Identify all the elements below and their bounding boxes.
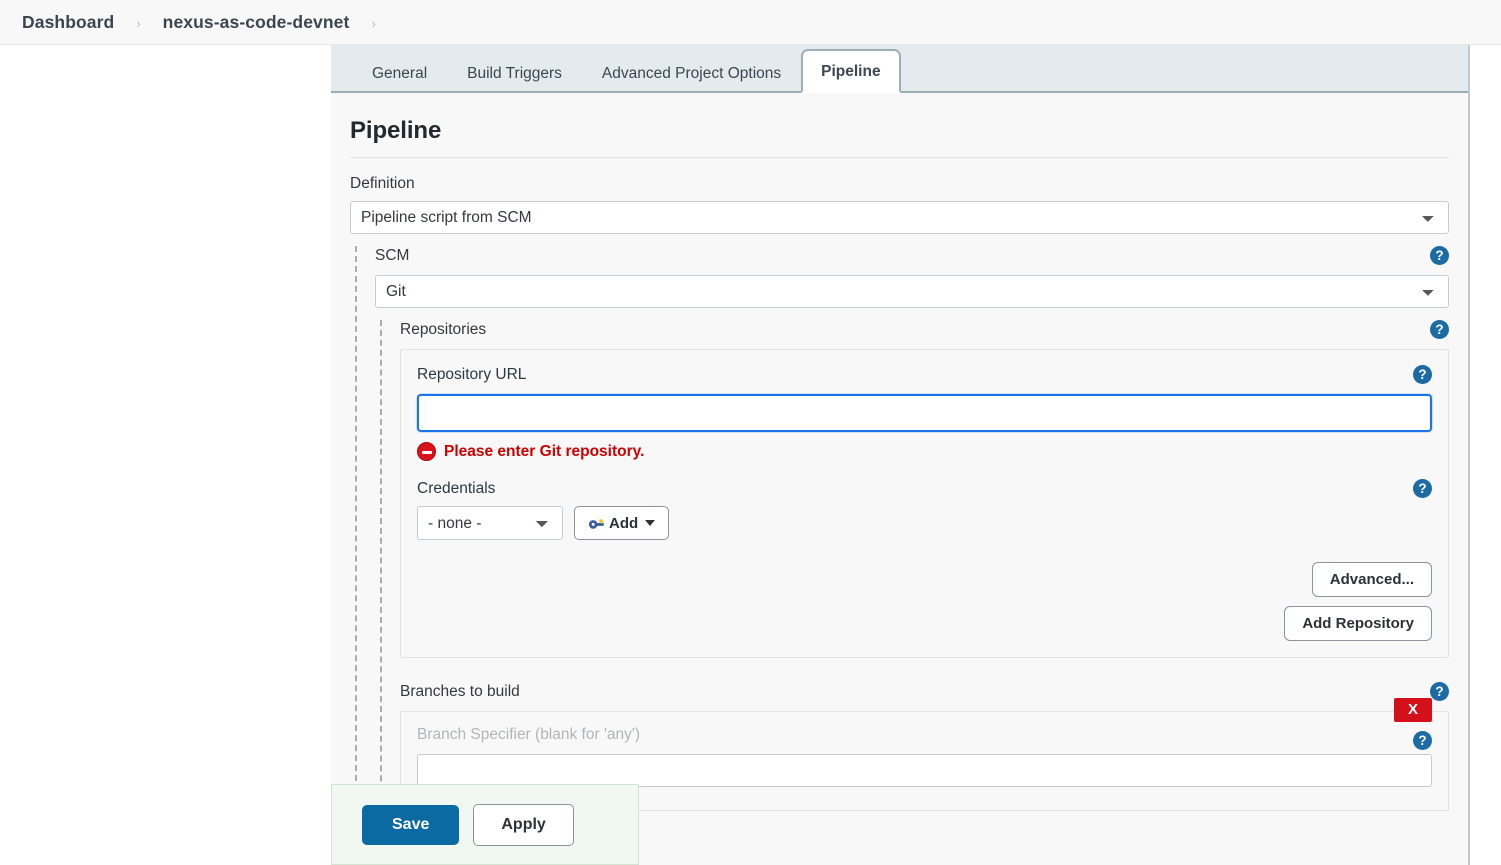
repository-url-header: Repository URL ? — [417, 365, 1432, 384]
tab-advanced-project-options[interactable]: Advanced Project Options — [582, 51, 801, 94]
repository-url-help-icon[interactable]: ? — [1413, 365, 1432, 384]
breadcrumb: Dashboard › nexus-as-code-devnet › — [0, 0, 1501, 45]
apply-button[interactable]: Apply — [473, 803, 574, 846]
scm-header: SCM ? — [375, 246, 1449, 265]
repository-url-error-text: Please enter Git repository. — [444, 442, 645, 460]
branch-specifier-help-icon[interactable]: ? — [1413, 730, 1432, 750]
scm-section: SCM ? Git Repositories ? Repository URL … — [350, 246, 1449, 811]
breadcrumb-item-project[interactable]: nexus-as-code-devnet — [163, 12, 350, 33]
repository-card: Repository URL ? Please enter Git reposi… — [400, 349, 1449, 658]
repository-url-input[interactable] — [417, 394, 1432, 432]
add-credentials-label: Add — [609, 514, 639, 532]
credentials-help-icon[interactable]: ? — [1413, 479, 1432, 498]
scm-select[interactable]: Git — [375, 275, 1449, 308]
repository-actions: Advanced... Add Repository — [417, 562, 1432, 641]
breadcrumb-separator-icon-2: › — [371, 15, 376, 31]
tab-general[interactable]: General — [352, 51, 447, 94]
credentials-label: Credentials — [417, 479, 496, 497]
add-credentials-button[interactable]: Add — [574, 506, 670, 540]
repositories-section: Repositories ? Repository URL ? Please e… — [375, 320, 1449, 811]
branches-label: Branches to build — [400, 682, 520, 700]
save-apply-bar: Save Apply — [331, 784, 639, 865]
save-button[interactable]: Save — [362, 804, 460, 845]
repositories-label: Repositories — [400, 320, 487, 338]
key-icon — [588, 518, 604, 529]
sidebar-pane — [0, 45, 331, 865]
tab-pipeline[interactable]: Pipeline — [801, 48, 901, 93]
breadcrumb-separator-icon: › — [136, 15, 141, 31]
delete-branch-button[interactable]: X — [1393, 698, 1432, 722]
branches-header: Branches to build ? — [400, 682, 1449, 701]
repository-url-error: Please enter Git repository. — [417, 442, 1432, 461]
definition-label: Definition — [350, 175, 415, 192]
definition-select[interactable]: Pipeline script from SCM — [350, 201, 1449, 234]
config-tab-bar: General Build Triggers Advanced Project … — [331, 45, 1468, 93]
scm-label: SCM — [375, 246, 410, 264]
advanced-button[interactable]: Advanced... — [1311, 562, 1432, 597]
repositories-header: Repositories ? — [400, 320, 1449, 339]
scm-help-icon[interactable]: ? — [1430, 246, 1449, 265]
tab-build-triggers[interactable]: Build Triggers — [447, 51, 582, 94]
branch-specifier-header: Branch Specifier (blank for 'any') ? — [417, 726, 1432, 754]
branches-help-icon[interactable]: ? — [1430, 682, 1449, 701]
error-circle-icon — [417, 442, 436, 461]
repositories-help-icon[interactable]: ? — [1430, 320, 1449, 339]
page-title: Pipeline — [350, 93, 1449, 158]
breadcrumb-item-dashboard[interactable]: Dashboard — [22, 12, 114, 33]
repository-url-label: Repository URL — [417, 365, 527, 383]
caret-down-icon — [645, 520, 656, 526]
credentials-select[interactable]: - none - — [417, 506, 563, 540]
branch-specifier-input[interactable] — [417, 754, 1432, 787]
branch-specifier-label: Branch Specifier (blank for 'any') — [417, 726, 641, 743]
add-repository-button[interactable]: Add Repository — [1284, 606, 1432, 641]
credentials-header: Credentials ? — [417, 479, 1432, 498]
project-config-panel: General Build Triggers Advanced Project … — [331, 45, 1470, 865]
credentials-row: - none - Add — [417, 506, 1432, 540]
